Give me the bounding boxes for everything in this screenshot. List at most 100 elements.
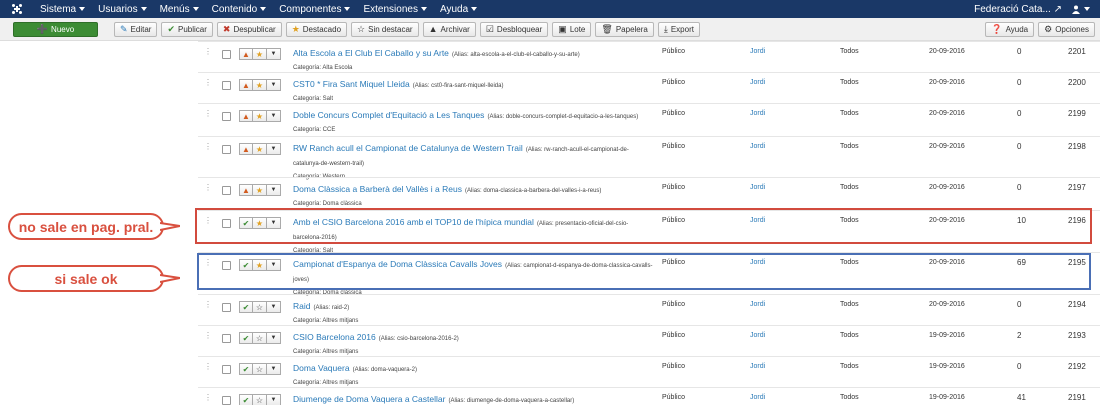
edit-button[interactable]: ✎ Editar <box>114 21 158 37</box>
chevron-down-icon[interactable]: ▼ <box>267 217 281 229</box>
author-link[interactable]: Jordi <box>750 48 765 55</box>
joomla-logo-icon[interactable] <box>9 3 25 15</box>
chevron-down-icon[interactable]: ▼ <box>267 394 281 405</box>
unpublished-warning-icon[interactable]: ▲ <box>239 184 253 196</box>
author-link[interactable]: Jordi <box>750 332 765 339</box>
drag-handle-icon[interactable]: ⋮ <box>204 184 212 192</box>
author-link[interactable]: Jordi <box>750 259 765 266</box>
row-checkbox[interactable] <box>222 303 231 312</box>
star-empty-icon[interactable]: ☆ <box>253 363 267 375</box>
help-button[interactable]: ❓ Ayuda <box>985 21 1035 37</box>
chevron-down-icon[interactable]: ▼ <box>267 301 281 313</box>
author-link[interactable]: Jordi <box>750 79 765 86</box>
article-title-link[interactable]: Alta Escola a El Club El Caballo y su Ar… <box>293 48 449 58</box>
unpublish-button[interactable]: ✖ Despublicar <box>216 21 282 37</box>
article-title-link[interactable]: Amb el CSIO Barcelona 2016 amb el TOP10 … <box>293 217 534 227</box>
featured-star-icon[interactable]: ★ <box>253 48 267 60</box>
author-link[interactable]: Jordi <box>750 110 765 117</box>
author-link[interactable]: Jordi <box>750 217 765 224</box>
featured-star-icon[interactable]: ★ <box>253 217 267 229</box>
article-title-link[interactable]: Doble Concurs Complet d'Equitació a Les … <box>293 110 484 120</box>
chevron-down-icon[interactable]: ▼ <box>267 332 281 344</box>
drag-handle-icon[interactable]: ⋮ <box>204 143 212 151</box>
menu-sistema[interactable]: Sistema <box>34 4 92 15</box>
batch-button[interactable]: ▣ Lote <box>552 21 592 37</box>
unpublished-warning-icon[interactable]: ▲ <box>239 110 253 122</box>
article-title-link[interactable]: RW Ranch acull el Campionat de Catalunya… <box>293 143 523 153</box>
author-link[interactable]: Jordi <box>750 301 765 308</box>
star-empty-icon[interactable]: ☆ <box>253 332 267 344</box>
drag-handle-icon[interactable]: ⋮ <box>204 394 212 402</box>
drag-handle-icon[interactable]: ⋮ <box>204 363 212 371</box>
article-title-link[interactable]: CSIO Barcelona 2016 <box>293 332 376 342</box>
options-button[interactable]: ⚙ Opciones <box>1038 21 1095 37</box>
drag-handle-icon[interactable]: ⋮ <box>204 48 212 56</box>
author-link[interactable]: Jordi <box>750 184 765 191</box>
menu-men-s[interactable]: Menús <box>154 4 206 15</box>
article-title-link[interactable]: Doma Vaquera <box>293 363 350 373</box>
row-checkbox[interactable] <box>222 186 231 195</box>
menu-ayuda[interactable]: Ayuda <box>434 4 484 15</box>
chevron-down-icon[interactable]: ▼ <box>267 259 281 271</box>
star-empty-icon[interactable]: ☆ <box>253 394 267 405</box>
chevron-down-icon[interactable]: ▼ <box>267 363 281 375</box>
star-empty-icon[interactable]: ☆ <box>253 301 267 313</box>
row-checkbox[interactable] <box>222 145 231 154</box>
drag-handle-icon[interactable]: ⋮ <box>204 332 212 340</box>
menu-componentes[interactable]: Componentes <box>273 4 357 15</box>
published-check-icon[interactable]: ✔ <box>239 301 253 313</box>
row-checkbox[interactable] <box>222 261 231 270</box>
drag-handle-icon[interactable]: ⋮ <box>204 301 212 309</box>
drag-handle-icon[interactable]: ⋮ <box>204 217 212 225</box>
author-link[interactable]: Jordi <box>750 363 765 370</box>
menu-extensiones[interactable]: Extensiones <box>357 4 433 15</box>
unfeature-button[interactable]: ☆ Sin destacar <box>351 21 419 37</box>
featured-star-icon[interactable]: ★ <box>253 110 267 122</box>
row-checkbox[interactable] <box>222 219 231 228</box>
export-button[interactable]: ⤓ Export <box>657 21 700 37</box>
featured-star-icon[interactable]: ★ <box>253 143 267 155</box>
site-name-link[interactable]: Federació Cata... ↗ <box>974 4 1062 15</box>
row-checkbox[interactable] <box>222 50 231 59</box>
article-title-link[interactable]: Doma Clàssica a Barberà del Vallès i a R… <box>293 184 462 194</box>
featured-star-icon[interactable]: ★ <box>253 79 267 91</box>
author-link[interactable]: Jordi <box>750 143 765 150</box>
new-button[interactable]: ➕ Nuevo <box>13 21 98 37</box>
article-title-link[interactable]: Campionat d'Espanya de Doma Clàssica Cav… <box>293 259 502 269</box>
trash-button[interactable]: 🗑 Papelera <box>595 21 654 37</box>
menu-usuarios[interactable]: Usuarios <box>92 4 153 15</box>
user-menu[interactable] <box>1072 5 1090 14</box>
published-check-icon[interactable]: ✔ <box>239 394 253 405</box>
unpublished-warning-icon[interactable]: ▲ <box>239 143 253 155</box>
chevron-down-icon[interactable]: ▼ <box>267 184 281 196</box>
published-check-icon[interactable]: ✔ <box>239 363 253 375</box>
checkin-button[interactable]: ☑ Desbloquear <box>479 21 549 37</box>
author-link[interactable]: Jordi <box>750 394 765 401</box>
chevron-down-icon[interactable]: ▼ <box>267 79 281 91</box>
published-check-icon[interactable]: ✔ <box>239 217 253 229</box>
feature-button[interactable]: ★ Destacado <box>285 21 348 37</box>
row-checkbox[interactable] <box>222 396 231 405</box>
publish-button[interactable]: ✔ Publicar <box>161 21 213 37</box>
row-checkbox[interactable] <box>222 365 231 374</box>
drag-handle-icon[interactable]: ⋮ <box>204 259 212 267</box>
drag-handle-icon[interactable]: ⋮ <box>204 110 212 118</box>
article-title-link[interactable]: Raid <box>293 301 310 311</box>
row-checkbox[interactable] <box>222 334 231 343</box>
row-checkbox[interactable] <box>222 112 231 121</box>
chevron-down-icon[interactable]: ▼ <box>267 48 281 60</box>
unpublished-warning-icon[interactable]: ▲ <box>239 79 253 91</box>
row-checkbox[interactable] <box>222 81 231 90</box>
article-title-link[interactable]: Diumenge de Doma Vaquera a Castellar <box>293 394 445 404</box>
chevron-down-icon[interactable]: ▼ <box>267 110 281 122</box>
article-title-link[interactable]: CST0 * Fira Sant Miquel Lleida <box>293 79 410 89</box>
chevron-down-icon[interactable]: ▼ <box>267 143 281 155</box>
published-check-icon[interactable]: ✔ <box>239 259 253 271</box>
unpublished-warning-icon[interactable]: ▲ <box>239 48 253 60</box>
published-check-icon[interactable]: ✔ <box>239 332 253 344</box>
featured-star-icon[interactable]: ★ <box>253 259 267 271</box>
menu-contenido[interactable]: Contenido <box>206 4 274 15</box>
archive-button[interactable]: ▲ Archivar <box>422 21 476 37</box>
drag-handle-icon[interactable]: ⋮ <box>204 79 212 87</box>
featured-star-icon[interactable]: ★ <box>253 184 267 196</box>
